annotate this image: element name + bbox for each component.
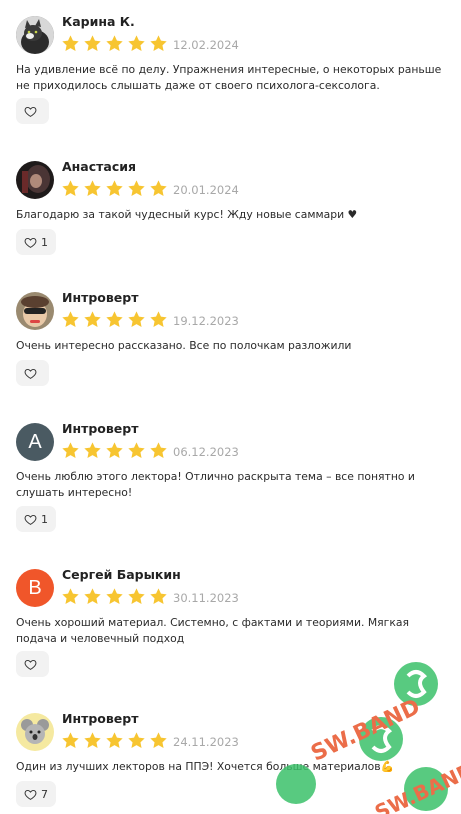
- like-button[interactable]: [16, 98, 49, 124]
- rating-stars: [61, 587, 168, 606]
- star-icon: [128, 180, 145, 196]
- review-text: Благодарю за такой чудесный курс! Жду но…: [16, 208, 358, 221]
- review-text: На удивление всё по делу. Упражнения инт…: [16, 63, 442, 92]
- rating-stars: [61, 731, 168, 750]
- star-icon: [106, 311, 123, 327]
- like-button[interactable]: 7: [16, 781, 56, 807]
- avatar: [16, 16, 54, 54]
- star-icon: [128, 442, 145, 458]
- avatar: B: [16, 569, 54, 607]
- like-count: 1: [41, 235, 48, 249]
- heart-outline-icon: [24, 106, 37, 117]
- star-icon: [62, 311, 79, 327]
- reviewer-name: Карина К.: [62, 14, 135, 29]
- star-icon: [84, 311, 101, 327]
- star-icon: [62, 442, 79, 458]
- star-icon: [84, 35, 101, 51]
- like-button[interactable]: [16, 651, 49, 677]
- reviewer-name: Интроверт: [62, 711, 139, 726]
- star-icon: [150, 180, 167, 196]
- star-icon: [150, 588, 167, 604]
- review-date: 30.11.2023: [173, 591, 239, 605]
- reviewer-name: Сергей Барыкин: [62, 567, 181, 582]
- star-icon: [150, 311, 167, 327]
- review-text: Один из лучших лекторов на ППЭ! Хочется …: [16, 760, 395, 773]
- star-icon: [62, 35, 79, 51]
- star-icon: [62, 732, 79, 748]
- star-icon: [106, 180, 123, 196]
- review-date: 19.12.2023: [173, 314, 239, 328]
- star-icon: [106, 732, 123, 748]
- reviewer-name: Интроверт: [62, 421, 139, 436]
- heart-outline-icon: [24, 368, 37, 379]
- review-date: 20.01.2024: [173, 183, 239, 197]
- star-icon: [84, 732, 101, 748]
- like-button[interactable]: 1: [16, 229, 56, 255]
- rating-stars: [61, 441, 168, 460]
- rating-stars: [61, 179, 168, 198]
- star-icon: [62, 588, 79, 604]
- like-count: 7: [41, 787, 48, 801]
- avatar-letter: B: [28, 576, 42, 599]
- avatar: [16, 713, 54, 751]
- reviewer-name: Интроверт: [62, 290, 139, 305]
- star-icon: [84, 442, 101, 458]
- star-icon: [150, 35, 167, 51]
- review-text: Очень интересно рассказано. Все по полоч…: [16, 339, 352, 352]
- avatar: A: [16, 423, 54, 461]
- avatar-letter: A: [28, 430, 42, 453]
- star-icon: [150, 442, 167, 458]
- heart-outline-icon: [24, 514, 37, 525]
- like-count: 1: [41, 512, 48, 526]
- heart-outline-icon: [24, 659, 37, 670]
- rating-stars: [61, 34, 168, 53]
- rating-stars: [61, 310, 168, 329]
- review-date: 24.11.2023: [173, 735, 239, 749]
- star-icon: [106, 588, 123, 604]
- like-button[interactable]: 1: [16, 506, 56, 532]
- star-icon: [62, 180, 79, 196]
- review-text: Очень хороший материал. Системно, с факт…: [16, 616, 409, 645]
- star-icon: [128, 35, 145, 51]
- heart-outline-icon: [24, 237, 37, 248]
- watermark: SW.BAND SW.BAND: [276, 662, 461, 814]
- review-date: 06.12.2023: [173, 445, 239, 459]
- review-date: 12.02.2024: [173, 38, 239, 52]
- review-text: Очень люблю этого лектора! Отлично раскр…: [16, 470, 415, 499]
- reviewer-name: Анастасия: [62, 159, 137, 174]
- star-icon: [128, 311, 145, 327]
- watermark-text: SW.BAND: [307, 695, 424, 767]
- star-icon: [84, 180, 101, 196]
- star-icon: [128, 588, 145, 604]
- like-button[interactable]: [16, 360, 49, 386]
- star-icon: [128, 732, 145, 748]
- avatar: [16, 292, 54, 330]
- star-icon: [84, 588, 101, 604]
- heart-outline-icon: [24, 789, 37, 800]
- star-icon: [106, 35, 123, 51]
- avatar: [16, 161, 54, 199]
- star-icon: [106, 442, 123, 458]
- star-icon: [150, 732, 167, 748]
